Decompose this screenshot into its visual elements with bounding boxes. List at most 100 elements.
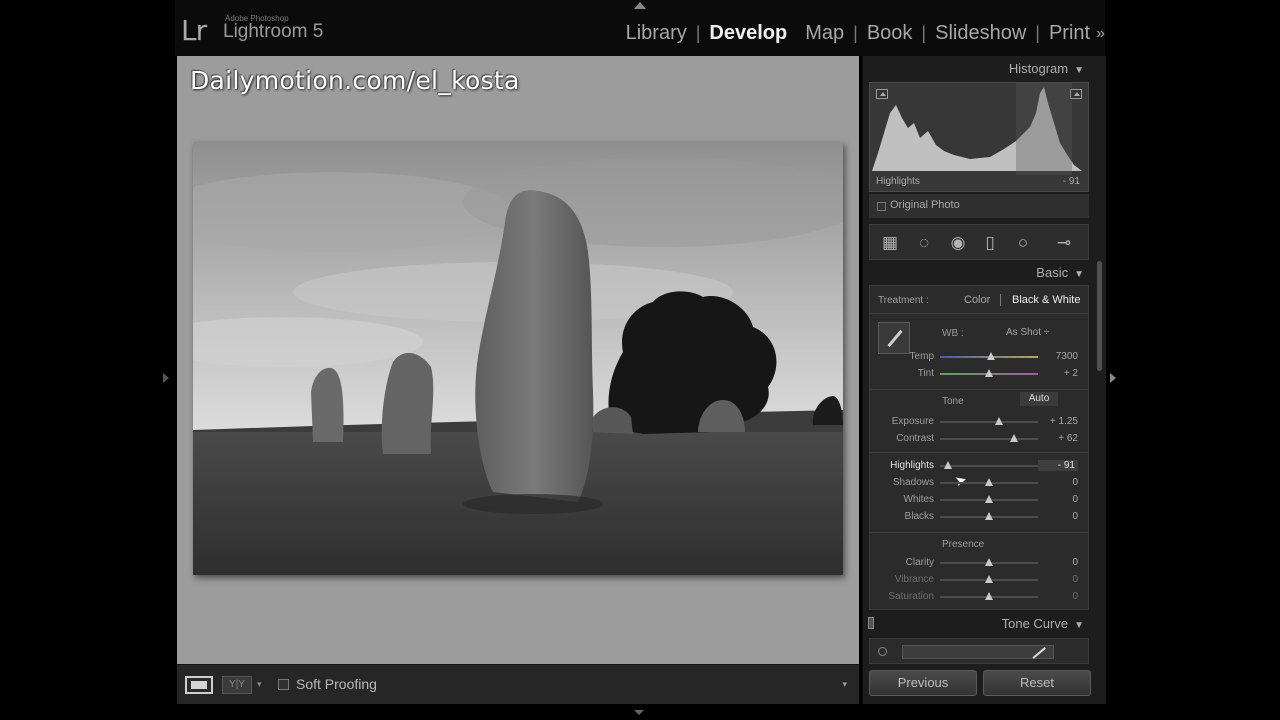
treatment-row: Treatment : Color Black & White (870, 286, 1088, 314)
histogram-title: Histogram (1008, 61, 1069, 76)
histogram-graph (872, 83, 1082, 175)
crop-overlay-icon[interactable]: ▦ (880, 233, 900, 253)
develop-right-panel: Histogram ▼ Highlights - 91 Original Phot… (862, 56, 1106, 704)
toolbar-content-menu-icon[interactable]: ▾ (842, 679, 847, 690)
exposure-track[interactable] (940, 421, 1038, 423)
highlights-slider[interactable] (943, 461, 952, 469)
whites-slider[interactable] (985, 495, 993, 503)
vibrance-slider (985, 575, 993, 583)
blacks-label: Blacks (904, 511, 934, 522)
auto-tone-button[interactable]: Auto (1020, 392, 1058, 406)
saturation-slider (985, 592, 993, 600)
previous-button[interactable]: Previous (869, 670, 977, 696)
highlights-value[interactable]: - 91 (1038, 460, 1078, 471)
shadows-value[interactable]: 0 (1038, 477, 1078, 488)
collapse-tone-curve-icon[interactable]: ▼ (1074, 620, 1084, 631)
shadows-label: Shadows (892, 477, 934, 488)
loupe-view-button[interactable] (185, 676, 213, 694)
left-panel-toggle-icon[interactable] (163, 373, 169, 383)
top-panel-toggle-icon[interactable] (634, 2, 646, 9)
contrast-slider-row: Contrast + 62 (870, 431, 1088, 447)
tone-curve-enable-switch[interactable] (868, 617, 874, 629)
treatment-bw-button[interactable]: Black & White (1012, 294, 1080, 306)
histogram-readout-label: Highlights (876, 176, 920, 187)
temp-label: Temp (909, 351, 934, 362)
contrast-value[interactable]: + 62 (1038, 433, 1078, 444)
before-after-dropdown-icon[interactable]: ▾ (257, 679, 262, 690)
exposure-slider-row: Exposure + 1.25 (870, 414, 1088, 430)
temp-slider[interactable] (986, 352, 995, 360)
spot-removal-icon[interactable]: ◌ (914, 233, 934, 253)
contrast-track[interactable] (940, 438, 1038, 440)
collapse-basic-icon[interactable]: ▼ (1074, 269, 1084, 280)
whites-slider-row: Whites 0 (870, 492, 1088, 508)
clarity-slider[interactable] (985, 558, 993, 566)
basic-header[interactable]: Basic ▼ (1036, 265, 1084, 280)
vibrance-value: 0 (1072, 574, 1078, 585)
lightroom-logo: Lr (181, 14, 207, 47)
contrast-slider[interactable] (1010, 434, 1019, 442)
targeted-adjustment-icon[interactable] (878, 647, 887, 656)
right-panel-scrollbar[interactable] (1097, 261, 1102, 371)
highlights-label: Highlights (890, 460, 934, 471)
treatment-separator (1000, 294, 1001, 306)
histogram-display[interactable]: Highlights - 91 (869, 82, 1089, 192)
more-modules-icon[interactable]: » (1092, 25, 1105, 43)
image-viewer[interactable]: Dailymotion.com/el_kosta (177, 56, 859, 664)
whites-label: Whites (903, 494, 934, 505)
module-develop[interactable]: Develop (700, 22, 796, 45)
exposure-slider[interactable] (994, 417, 1003, 425)
divider (870, 532, 1088, 533)
basic-panel: Treatment : Color Black & White WB : As … (869, 285, 1089, 610)
histogram-readout-value: - 91 (1062, 176, 1080, 187)
blacks-slider[interactable] (985, 512, 993, 520)
before-after-button[interactable]: Y|Y (222, 676, 252, 694)
red-eye-correction-icon[interactable]: ◉ (948, 233, 968, 253)
product-name: Lightroom 5 (223, 21, 324, 42)
blacks-value[interactable]: 0 (1038, 511, 1078, 522)
saturation-label: Saturation (888, 591, 934, 602)
filmstrip-toggle-icon[interactable] (634, 710, 644, 715)
right-panel-toggle-icon[interactable] (1110, 373, 1116, 383)
clarity-value[interactable]: 0 (1038, 557, 1078, 568)
wb-label: WB : (942, 328, 964, 339)
adjustment-brush-icon[interactable]: ⊸ (1046, 233, 1082, 253)
module-map[interactable]: Map (796, 22, 853, 45)
module-print[interactable]: Print (1040, 22, 1092, 45)
clarity-slider-row: Clarity 0 (870, 555, 1088, 571)
tone-curve-header[interactable]: Tone Curve ▼ (863, 611, 1106, 635)
divider (870, 452, 1088, 453)
soft-proofing-checkbox[interactable] (278, 679, 289, 690)
module-library[interactable]: Library (617, 22, 696, 45)
vibrance-label: Vibrance (894, 574, 934, 585)
collapse-histogram-icon[interactable]: ▼ (1074, 65, 1084, 76)
wb-preset-select[interactable]: As Shot ÷ (1006, 327, 1049, 338)
photo-preview[interactable] (193, 142, 843, 575)
tint-slider[interactable] (985, 369, 993, 377)
tone-curve-graph[interactable] (902, 645, 1054, 659)
histogram-header[interactable]: Histogram ▼ (1009, 61, 1084, 76)
whites-value[interactable]: 0 (1038, 494, 1078, 505)
vibrance-slider-row: Vibrance 0 (870, 572, 1088, 588)
exposure-value[interactable]: + 1.25 (1038, 416, 1078, 427)
highlights-track[interactable] (940, 465, 1038, 467)
tint-value[interactable]: + 2 (1038, 368, 1078, 379)
temp-value[interactable]: 7300 (1038, 351, 1078, 362)
basic-title: Basic (1036, 265, 1069, 280)
graduated-filter-icon[interactable]: ▯ (980, 233, 1000, 253)
original-photo-checkbox[interactable] (877, 202, 886, 211)
shadows-slider[interactable] (985, 478, 993, 486)
original-photo-label: Original Photo (890, 199, 960, 211)
tool-strip: ▦ ◌ ◉ ▯ ○ ⊸ (869, 224, 1089, 260)
standing-stones-photo (193, 142, 843, 575)
tone-curve-title: Tone Curve (1001, 616, 1069, 631)
module-slideshow[interactable]: Slideshow (926, 22, 1035, 45)
treatment-color-button[interactable]: Color (964, 294, 990, 306)
module-book[interactable]: Book (858, 22, 922, 45)
tint-slider-row: Tint + 2 (870, 366, 1088, 382)
reset-button[interactable]: Reset (983, 670, 1091, 696)
radial-filter-icon[interactable]: ○ (1013, 233, 1033, 253)
saturation-value: 0 (1072, 591, 1078, 602)
clarity-label: Clarity (905, 557, 934, 568)
tone-curve-panel (869, 638, 1089, 664)
